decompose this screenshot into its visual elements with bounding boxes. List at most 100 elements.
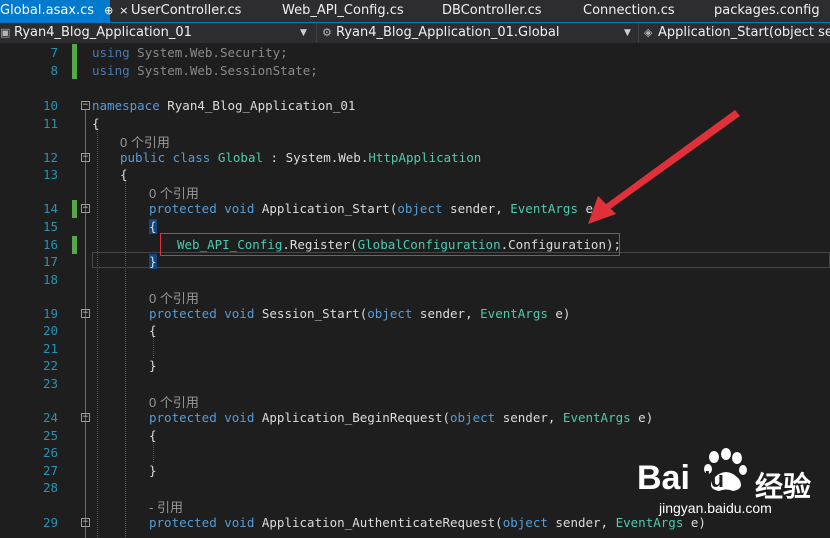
tab-label: Web_API_Config.cs [282,3,404,18]
jingyan-label: 经验 [755,470,812,503]
code-text: sender, [442,201,511,216]
chevron-down-icon: ▼ [300,28,307,38]
line-number: 18 [42,272,58,287]
close-icon[interactable]: × [119,0,128,22]
keyword: protected void [149,201,255,216]
collapse-icon[interactable]: − [81,204,90,213]
line-number: 19 [42,306,58,321]
line-number: 28 [42,480,58,495]
code-line[interactable]: protected void Session_Start(object send… [149,305,570,323]
indent-guide [97,128,98,538]
type-name: EventArgs [562,410,631,425]
tab-label: Connection.cs [583,3,675,18]
code-text: Session_Start( [254,306,368,321]
code-line[interactable]: using System.Web.Security; [92,44,288,62]
tab-db-controller[interactable]: DBController.cs [442,0,542,22]
code-line[interactable]: using System.Web.SessionState; [92,62,318,80]
line-number: 17 [42,254,58,269]
code-text: Application_AuthenticateRequest( [254,515,503,530]
watermark-url: jingyan.baidu.com [659,500,772,516]
indent-guide [125,180,126,538]
code-text: e) [577,201,601,216]
keyword: public class [120,150,211,165]
type-dropdown-label: Ryan4_Blog_Application_01.Global [336,25,560,40]
method-icon: ◈ [644,26,653,39]
project-dropdown[interactable]: ▣ Ryan4_Blog_Application_01 ▼ [0,23,310,43]
line-number: 16 [42,237,58,252]
code-text: sender, [547,515,616,530]
keyword: object [367,306,413,321]
line-number: 15 [42,219,58,234]
line-number: 27 [42,463,58,478]
line-number: 11 [42,116,58,131]
code-line[interactable]: { [149,427,157,445]
keyword: using [92,45,130,60]
tab-label: UserController.cs [131,3,242,18]
member-dropdown[interactable]: ◈ Application_Start(object sender [644,23,830,43]
code-text: .Register( [282,237,358,252]
code-line[interactable]: } [149,357,157,375]
code-line[interactable]: protected void Application_Start(object … [149,200,601,218]
keyword: protected void [149,515,255,530]
code-line[interactable]: namespace Ryan4_Blog_Application_01 [92,97,355,115]
member-dropdown-label: Application_Start(object sender [658,25,830,40]
collapse-icon[interactable]: − [81,309,90,318]
pin-icon[interactable]: ⊕ [104,0,113,22]
tab-user-controller[interactable]: UserController.cs [131,0,241,22]
type-name: GlobalConfiguration [357,237,501,252]
collapse-icon[interactable]: − [81,153,90,162]
collapse-icon[interactable]: − [81,518,90,527]
line-number: 14 [42,201,58,216]
type-dropdown[interactable]: ⚙ Ryan4_Blog_Application_01.Global ▼ [322,23,634,43]
code-text: System.Web.Security; [129,45,288,60]
baidu-logo-text-du: du [697,467,724,492]
code-text: Application_Start( [254,201,398,216]
project-dropdown-label: Ryan4_Blog_Application_01 [14,25,192,40]
line-number: 7 [50,45,58,60]
line-number: 12 [42,150,58,165]
line-number: 26 [42,445,58,460]
code-text: Ryan4_Blog_Application_01 [159,98,356,113]
code-text: sender, [412,306,481,321]
collapse-icon[interactable]: − [81,101,90,110]
code-line[interactable]: { [149,218,157,236]
code-text: : System.Web. [263,150,369,165]
baidu-watermark: Bai du 经验 jingyan.baidu.com [637,445,827,535]
keyword: object [502,515,548,530]
tab-label: packages.config [714,3,820,18]
code-line[interactable]: { [120,166,128,184]
code-line[interactable]: } [149,462,157,480]
code-line[interactable]: { [149,322,157,340]
line-number: 8 [50,63,58,78]
code-line[interactable]: { [92,115,100,133]
code-line[interactable]: protected void Application_AuthenticateR… [149,514,706,532]
keyword: namespace [92,98,160,113]
type-name: EventArgs [480,306,548,321]
baidu-logo-text: Bai [637,459,690,497]
keyword: using [92,63,130,78]
tab-global-asax-cs[interactable]: Global.asax.cs ⊕ × [0,0,129,22]
code-line[interactable]: public class Global : System.Web.HttpApp… [120,149,481,167]
code-line[interactable]: protected void Application_BeginRequest(… [149,409,653,427]
project-icon: ▣ [0,26,11,39]
collapse-icon[interactable]: − [81,413,90,422]
code-line[interactable]: } [149,253,157,271]
divider [638,23,639,43]
line-number: 24 [42,410,58,425]
brace-match: } [149,254,157,269]
type-name: EventArgs [510,201,578,216]
line-number: 20 [42,323,58,338]
change-indicator [72,200,77,218]
tab-web-api-config[interactable]: Web_API_Config.cs [282,0,404,22]
tab-connection[interactable]: Connection.cs [583,0,675,22]
chevron-down-icon: ▼ [624,28,631,38]
line-number: 10 [42,98,58,113]
change-indicator [72,236,77,254]
tab-packages-config[interactable]: packages.config [714,0,820,22]
code-line[interactable]: Web_API_Config.Register(GlobalConfigurat… [177,236,621,254]
tab-label: DBController.cs [442,3,542,18]
keyword: protected void [149,410,255,425]
divider [316,23,317,43]
code-text: e) [547,306,571,321]
change-indicator [72,44,77,79]
